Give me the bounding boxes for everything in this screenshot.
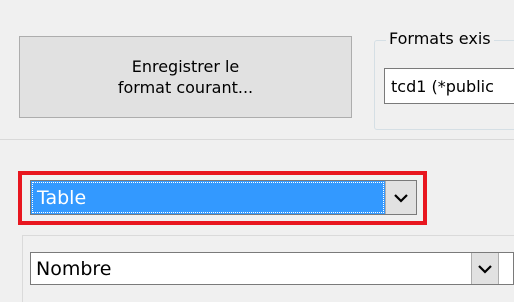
top-panel: Enregistrer le format courant... Formats… [0,0,514,141]
table-combobox[interactable]: Table [30,180,417,215]
chevron-down-icon [394,193,408,203]
nombre-combobox-value: Nombre [31,253,471,284]
nombre-combobox[interactable]: Nombre [30,252,514,285]
save-button-line-1: Enregistrer le [131,57,240,76]
nombre-combobox-arrow[interactable] [471,253,499,284]
save-button-label: Enregistrer le format courant... [118,56,253,98]
existing-formats-legend: Formats exis [386,29,494,48]
save-current-format-button[interactable]: Enregistrer le format courant... [19,36,352,118]
chevron-down-icon [478,264,492,274]
table-combobox-value: Table [32,182,384,213]
save-button-line-2: format courant... [117,78,254,97]
table-combobox-arrow[interactable] [385,181,416,214]
existing-formats-select[interactable]: tcd1 (*public [384,68,514,104]
